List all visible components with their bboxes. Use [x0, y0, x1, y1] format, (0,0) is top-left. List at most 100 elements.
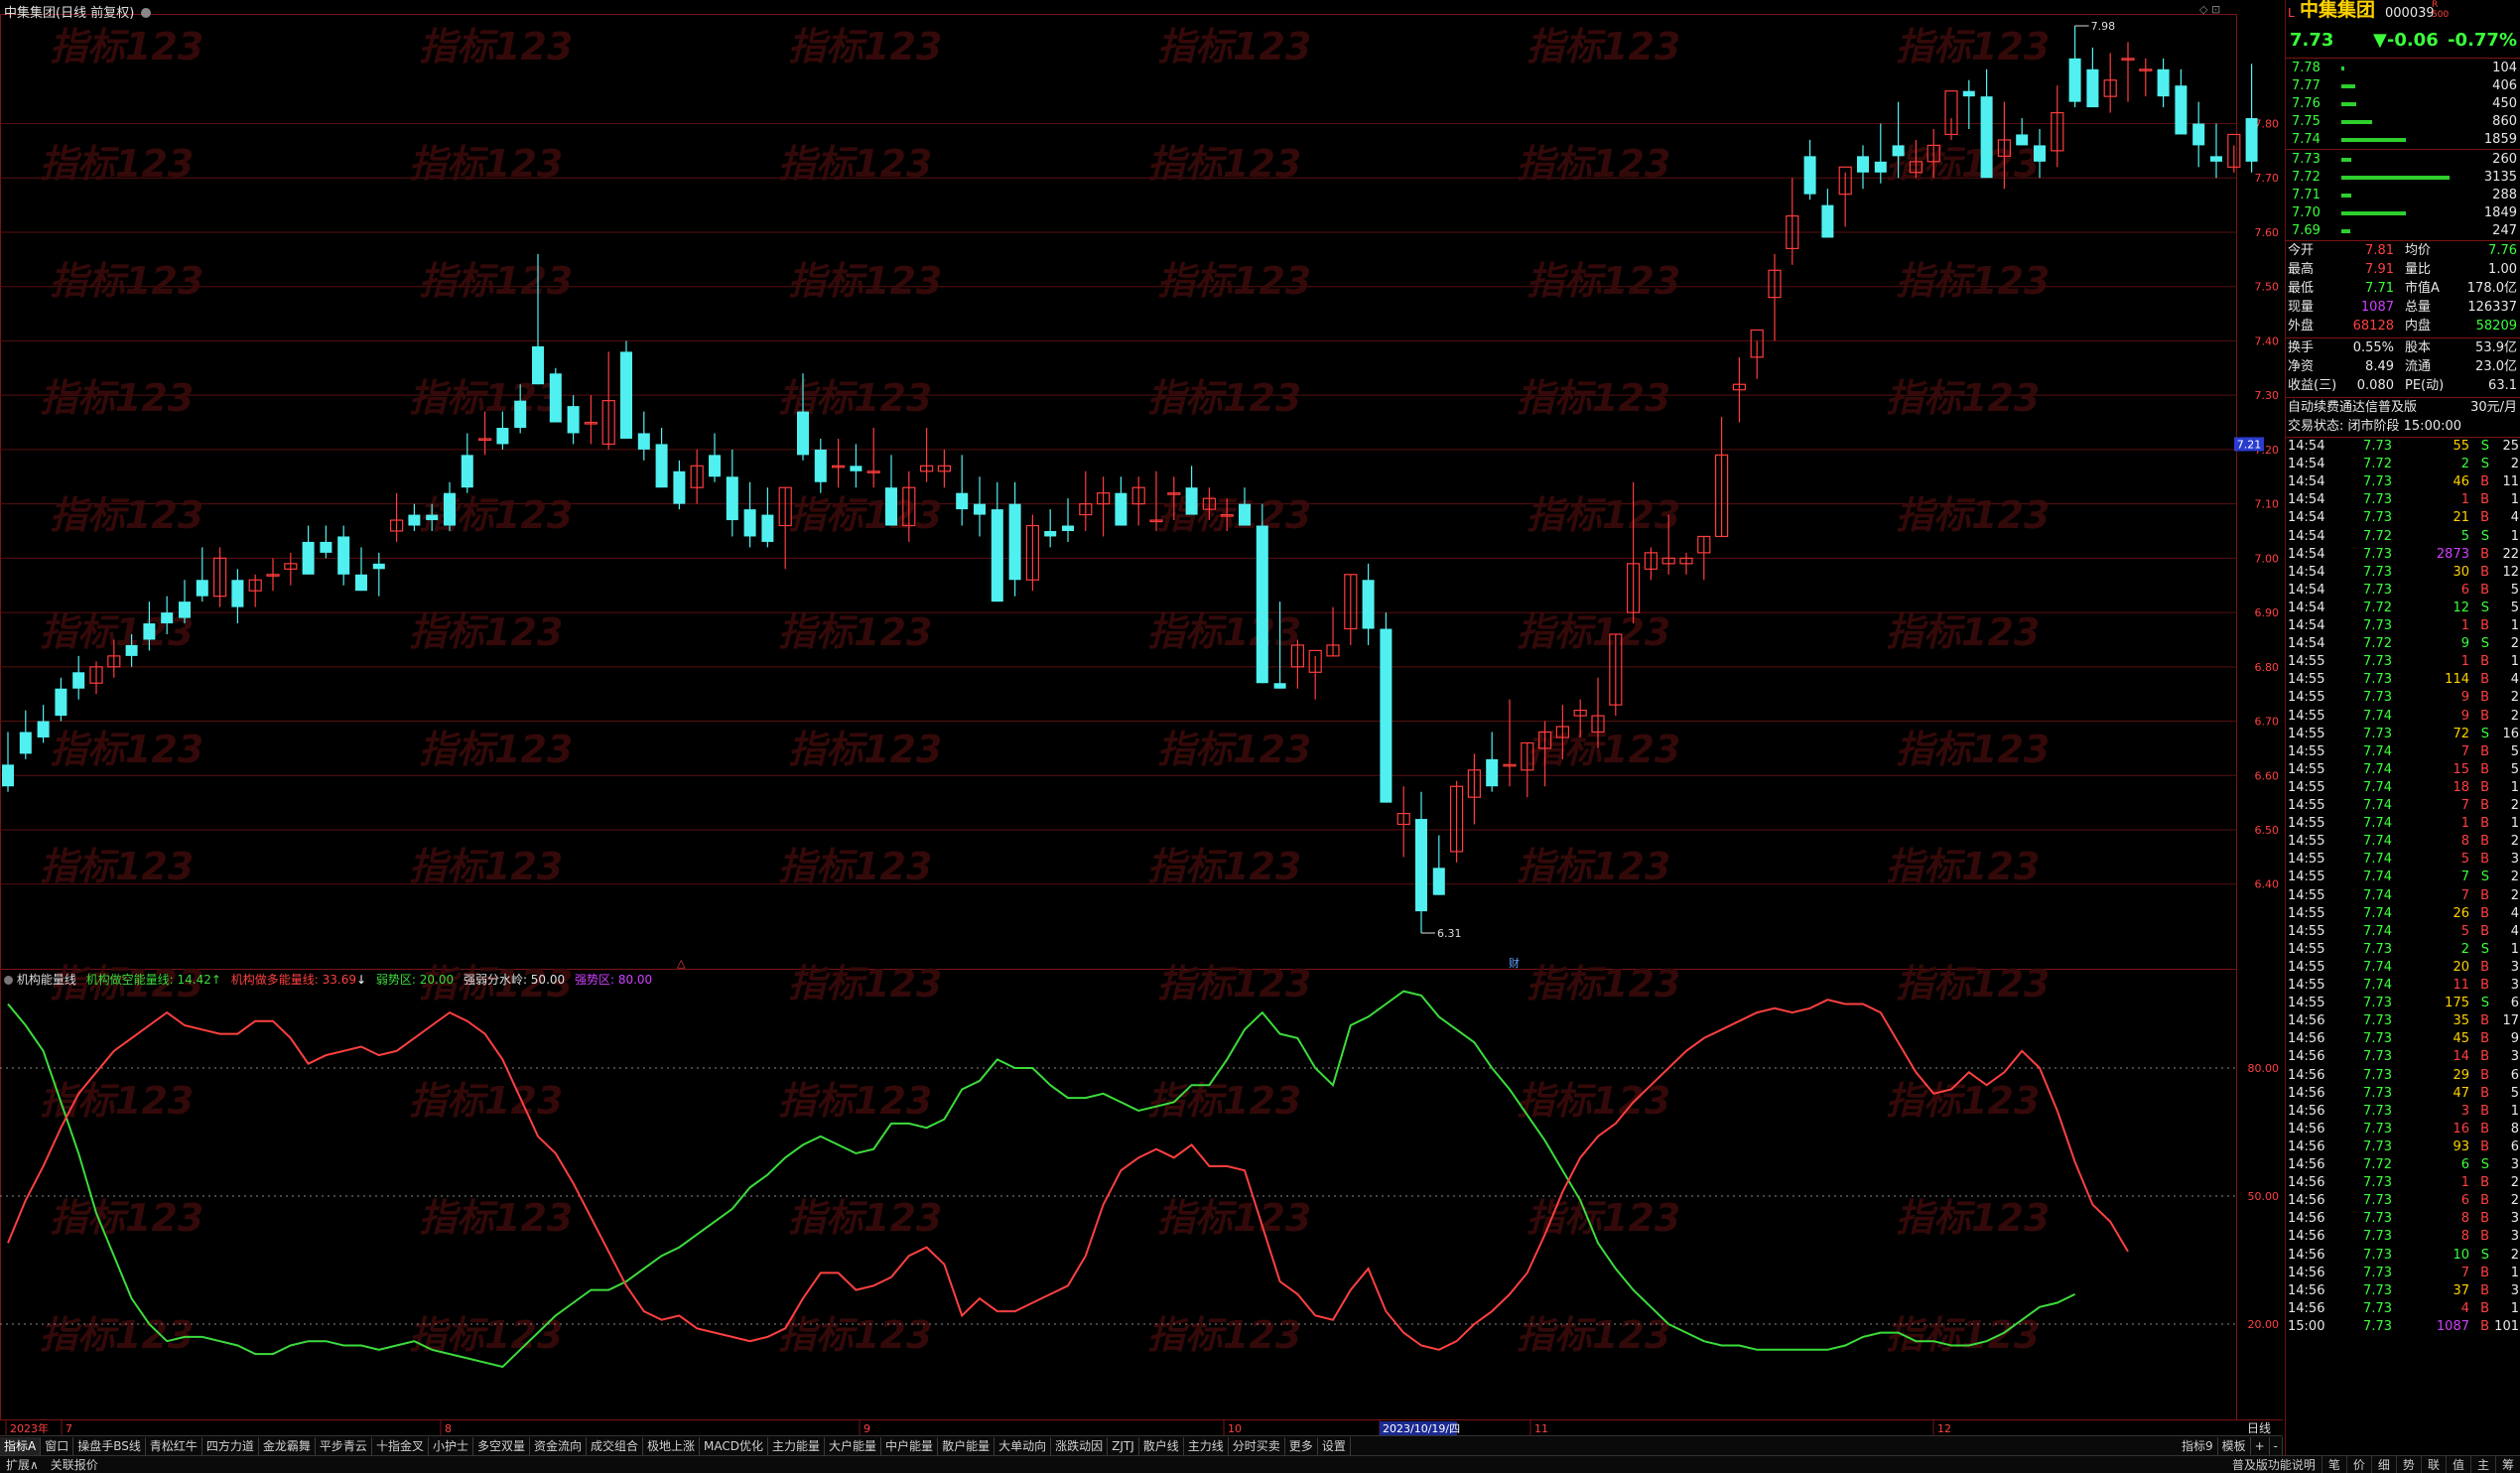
price-line: 7.73 ▼-0.06 -0.77%	[2286, 32, 2520, 54]
indicator-tab[interactable]: 散户能量	[938, 1437, 995, 1455]
kline-and-indicator-canvas[interactable]: 7.807.707.607.507.407.307.207.107.006.90…	[0, 0, 2283, 1435]
indicator-tab[interactable]: 主力能量	[768, 1437, 826, 1455]
candle-down	[620, 351, 632, 439]
indicator-tab[interactable]: 大单动向	[995, 1437, 1052, 1455]
candle-down	[1821, 204, 1834, 238]
indicator-close-icon[interactable]	[4, 976, 13, 985]
trade-price: 7.73	[2363, 1031, 2392, 1047]
book-volume: 104	[2492, 61, 2517, 75]
expand-button[interactable]: 扩展∧	[0, 1456, 45, 1473]
stat-row: 外盘 68128 内盘 58209	[2286, 318, 2520, 335]
trade-volume: 2873	[2436, 546, 2469, 562]
edition-info-link[interactable]: 普及版功能说明	[2226, 1456, 2321, 1473]
indicator-tab[interactable]: 资金流向	[530, 1437, 587, 1455]
bid-row[interactable]: 7.73 260	[2286, 151, 2520, 169]
trade-side: B	[2480, 1193, 2489, 1209]
trade-volume: 1	[2460, 492, 2469, 508]
watermark-text: 指标123	[1517, 376, 1670, 420]
r-badge: R 500	[2432, 0, 2450, 20]
ask-row[interactable]: 7.77 406	[2286, 77, 2520, 95]
related-quote-button[interactable]: 关联报价	[45, 1456, 104, 1473]
indicator-name[interactable]: 机构能量线	[17, 973, 76, 987]
trade-count: 3	[2510, 1211, 2519, 1227]
indicator-tab[interactable]: 大户能量	[825, 1437, 882, 1455]
template-tab[interactable]: 模板	[2218, 1437, 2251, 1455]
indicator-tab[interactable]: MACD优化	[700, 1437, 769, 1455]
trade-price: 7.73	[2363, 618, 2392, 633]
strong-zone-label: 强势区: 80.00	[574, 973, 653, 987]
watermark-text: 指标123	[788, 728, 942, 771]
indicator-tab[interactable]: 分时买卖	[1229, 1437, 1285, 1455]
watermark-text: 指标123	[50, 728, 203, 771]
separator	[2286, 58, 2520, 59]
ask-row[interactable]: 7.74 1859	[2286, 131, 2520, 149]
indicator-tab[interactable]: 涨跌动因	[1051, 1437, 1109, 1455]
indicator-tab[interactable]: 指标A	[0, 1437, 42, 1455]
bid-row[interactable]: 7.69 247	[2286, 222, 2520, 240]
ask-row[interactable]: 7.78 104	[2286, 60, 2520, 77]
detail-tab[interactable]: 主	[2469, 1456, 2495, 1473]
down-arrow-icon-2: ↓	[356, 973, 367, 987]
watermark-text: 指标123	[1526, 728, 1680, 771]
detail-tab[interactable]: 值	[2445, 1456, 2470, 1473]
bid-row[interactable]: 7.71 288	[2286, 187, 2520, 204]
indicator-tab[interactable]: ZJTJ	[1108, 1437, 1139, 1455]
watermark-text: 指标123	[778, 1079, 932, 1123]
settings-icon[interactable]	[141, 8, 152, 18]
indicator-tab[interactable]: 设置	[1318, 1437, 1351, 1455]
ask-row[interactable]: 7.76 450	[2286, 95, 2520, 113]
template-tab[interactable]: 指标9	[2178, 1437, 2218, 1455]
indicator-tab[interactable]: 四方力道	[202, 1437, 259, 1455]
indicator-tab[interactable]: 平步青云	[316, 1437, 372, 1455]
detail-tab[interactable]: 细	[2370, 1456, 2396, 1473]
detail-tab[interactable]: 笔	[2321, 1456, 2346, 1473]
indicator-tab[interactable]: 主力线	[1184, 1437, 1229, 1455]
indicator-tab[interactable]: 中户能量	[881, 1437, 939, 1455]
trade-row: 14:54 7.72 5 S 1	[2286, 528, 2520, 546]
trade-side: B	[2480, 1318, 2489, 1334]
watermark-text: 指标123	[1526, 493, 1680, 537]
trade-time: 14:54	[2288, 564, 2325, 580]
indicator-tab[interactable]: 更多	[1285, 1437, 1318, 1455]
indicator-tab[interactable]: 极地上涨	[643, 1437, 701, 1455]
trade-row: 14:55 7.74 8 B 2	[2286, 833, 2520, 851]
template-tab[interactable]: -	[2270, 1437, 2283, 1455]
candle-down	[444, 492, 456, 526]
book-volume: 288	[2492, 188, 2517, 202]
indicator-tab[interactable]: 散户线	[1139, 1437, 1184, 1455]
stat-key: 外盘	[2288, 319, 2315, 334]
indicator-tab[interactable]: 成交组合	[587, 1437, 644, 1455]
indicator-tab[interactable]: 金龙霸舞	[259, 1437, 316, 1455]
detail-tab[interactable]: 筹	[2494, 1456, 2520, 1473]
bid-row[interactable]: 7.70 1849	[2286, 204, 2520, 222]
candle-down	[143, 623, 156, 640]
detail-tab[interactable]: 联	[2420, 1456, 2446, 1473]
watermark-text: 指标123	[788, 259, 942, 303]
trade-time: 14:55	[2288, 905, 2325, 921]
trade-volume: 2	[2460, 457, 2469, 472]
trade-volume: 7	[2460, 887, 2469, 903]
trade-row: 14:55 7.74 26 B 4	[2286, 905, 2520, 923]
chart-window-controls[interactable]: ◇ ⊡	[2199, 3, 2220, 16]
promo-row[interactable]: 自动续费通达信普及版 30元/月	[2286, 399, 2520, 417]
watermark-text: 指标123	[1157, 25, 1311, 68]
indicator-tab[interactable]: 窗口	[41, 1437, 74, 1455]
trade-time: 14:56	[2288, 1157, 2325, 1172]
indicator-tab[interactable]: 小护士	[429, 1437, 473, 1455]
watermark-text: 指标123	[1526, 25, 1680, 68]
indicator-tab[interactable]: 操盘手BS线	[73, 1437, 146, 1455]
ask-row[interactable]: 7.75 860	[2286, 113, 2520, 131]
candle-down	[885, 487, 897, 526]
detail-tab[interactable]: 价	[2345, 1456, 2371, 1473]
bid-row[interactable]: 7.72 3135	[2286, 169, 2520, 187]
indicator-tab[interactable]: 十指金叉	[372, 1437, 429, 1455]
template-tab[interactable]: +	[2251, 1437, 2270, 1455]
trade-time: 14:54	[2288, 439, 2325, 454]
indicator-tab[interactable]: 多空双量	[473, 1437, 530, 1455]
candle-down	[1273, 683, 1286, 689]
chart-area[interactable]: 7.80 7.70 7.60 7.50 7.40 7.30 7.20 7.10 7.00 6.90…	[0, 0, 2283, 1439]
indicator-tab[interactable]: 青松红牛	[146, 1437, 202, 1455]
detail-tab[interactable]: 势	[2395, 1456, 2421, 1473]
trade-count: 2	[2510, 870, 2519, 885]
trade-time: 14:55	[2288, 690, 2325, 706]
